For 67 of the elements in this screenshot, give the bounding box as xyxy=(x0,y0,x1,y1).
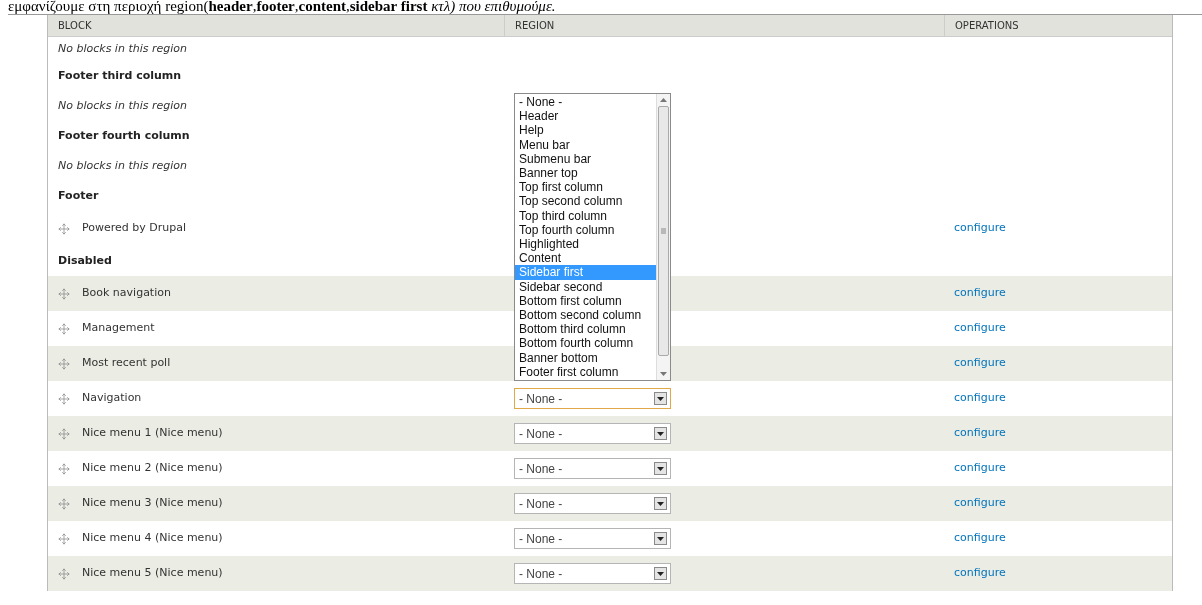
block-name: Management xyxy=(82,320,155,337)
region-select[interactable]: - None - xyxy=(514,458,671,479)
drag-handle-icon[interactable] xyxy=(58,462,70,475)
region-heading: Footer xyxy=(58,187,99,204)
dropdown-option[interactable]: Banner bottom xyxy=(515,350,656,365)
configure-link[interactable]: configure xyxy=(954,321,1006,335)
empty-region-note: No blocks in this region xyxy=(58,97,187,114)
region-heading: Disabled xyxy=(58,252,112,269)
block-name: Nice menu 4 (Nice menu) xyxy=(82,530,223,547)
caption-text: εμφανίζουμε στη περιοχή region(header,footer,content,sidebar first κτλ) που επιθυμούμε. xyxy=(8,0,556,14)
scrollbar-drawing[interactable] xyxy=(656,93,670,380)
dropdown-option[interactable]: Banner top xyxy=(515,165,656,181)
dropdown-option[interactable]: Submenu bar xyxy=(515,151,656,166)
region-select[interactable]: - None - xyxy=(514,528,671,549)
configure-link[interactable]: configure xyxy=(954,496,1006,510)
configure-link[interactable]: configure xyxy=(954,391,1006,405)
column-header: REGION xyxy=(515,19,555,33)
block-name: Nice menu 1 (Nice menu) xyxy=(82,425,223,442)
dropdown-option[interactable]: Top fourth column xyxy=(515,222,656,237)
block-name: Book navigation xyxy=(82,285,171,302)
dropdown-option[interactable]: Top first column xyxy=(515,180,656,195)
column-header: BLOCK xyxy=(58,19,92,33)
block-name: Powered by Drupal xyxy=(82,220,186,237)
dropdown-option[interactable]: Menu bar xyxy=(515,137,656,152)
configure-link[interactable]: configure xyxy=(954,426,1006,440)
configure-link[interactable]: configure xyxy=(954,221,1006,235)
drag-handle-icon[interactable] xyxy=(58,567,70,580)
dropdown-option[interactable]: Header xyxy=(515,109,656,124)
drag-handle-icon[interactable] xyxy=(58,427,70,440)
block-name: Navigation xyxy=(82,390,142,407)
drag-handle-icon[interactable] xyxy=(58,357,70,370)
drag-handle-icon[interactable] xyxy=(58,532,70,545)
block-name: Nice menu 2 (Nice menu) xyxy=(82,460,223,477)
dropdown-option[interactable]: Highlighted xyxy=(515,236,656,252)
configure-link[interactable]: configure xyxy=(954,531,1006,545)
region-heading: Footer third column xyxy=(58,67,182,84)
region-select[interactable]: - None - xyxy=(514,423,671,444)
configure-link[interactable]: configure xyxy=(954,286,1006,300)
region-select[interactable]: - None - xyxy=(514,563,671,584)
block-name: Nice menu 5 (Nice menu) xyxy=(82,565,223,582)
drag-handle-icon[interactable] xyxy=(58,287,70,300)
drag-handle-icon[interactable] xyxy=(58,222,70,235)
dropdown-option[interactable]: Bottom fourth column xyxy=(515,336,656,351)
dropdown-option[interactable]: Top second column xyxy=(515,194,656,209)
block-name: Most recent poll xyxy=(82,355,171,372)
region-heading: Footer fourth column xyxy=(58,127,190,144)
dropdown-option[interactable]: Bottom third column xyxy=(515,322,656,337)
dropdown-option[interactable]: Content xyxy=(515,251,656,266)
drag-handle-icon[interactable] xyxy=(58,497,70,510)
drag-handle-icon[interactable] xyxy=(58,322,70,335)
dropdown-option[interactable]: Top third column xyxy=(515,208,656,223)
configure-link[interactable]: configure xyxy=(954,461,1006,475)
dropdown-option[interactable]: Footer first column xyxy=(515,364,656,379)
dropdown-option[interactable]: Sidebar second xyxy=(515,279,656,294)
region-select[interactable]: - None - xyxy=(514,493,671,514)
drag-handle-icon[interactable] xyxy=(58,392,70,405)
dropdown-option[interactable]: Help xyxy=(515,123,656,138)
region-select[interactable]: - None - xyxy=(514,388,671,409)
configure-link[interactable]: configure xyxy=(954,566,1006,580)
dropdown-option[interactable]: - None - xyxy=(515,94,656,110)
empty-region-note: No blocks in this region xyxy=(58,40,187,57)
empty-region-note: No blocks in this region xyxy=(58,157,187,174)
dropdown-option[interactable]: Bottom second column xyxy=(515,308,656,323)
dropdown-option[interactable]: Bottom first column xyxy=(515,293,656,308)
block-name: Nice menu 3 (Nice menu) xyxy=(82,495,223,512)
column-header: OPERATIONS xyxy=(955,19,1019,33)
configure-link[interactable]: configure xyxy=(954,356,1006,370)
